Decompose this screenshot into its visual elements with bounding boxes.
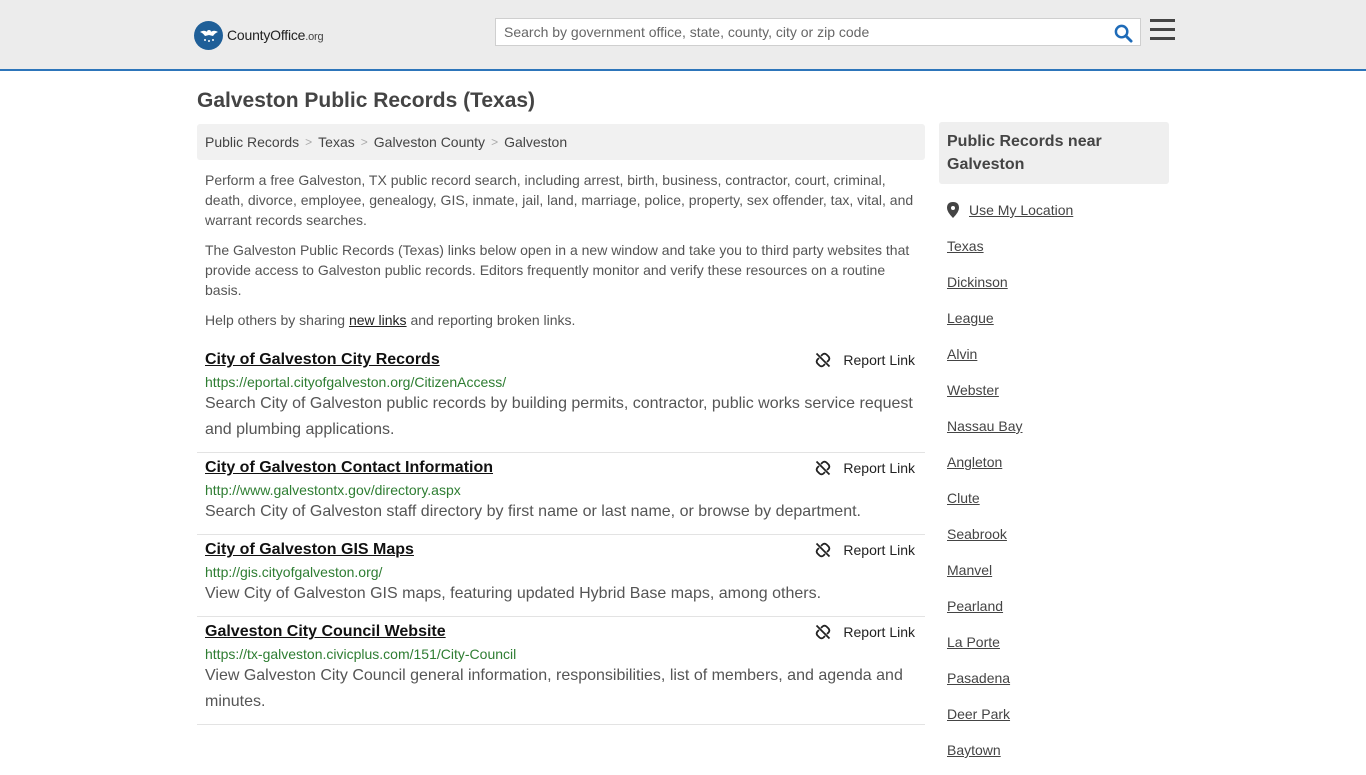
record-title-link[interactable]: City of Galveston City Records	[205, 351, 440, 369]
logo-text: CountyOffice.org	[227, 27, 324, 43]
sidebar-link-league[interactable]: League	[947, 307, 1167, 343]
report-link-label: Report Link	[843, 542, 915, 558]
map-pin-icon	[947, 202, 959, 218]
breadcrumb-item-texas[interactable]: Texas	[318, 134, 355, 150]
search-box	[495, 18, 1141, 46]
search-input[interactable]	[496, 19, 1106, 45]
breadcrumb-item-public-records[interactable]: Public Records	[205, 134, 299, 150]
top-bar: CountyOffice.org	[0, 0, 1366, 71]
record-description: View Galveston City Council general info…	[205, 667, 903, 710]
sidebar-link-pearland[interactable]: Pearland	[947, 595, 1167, 631]
record-item: City of Galveston City Records Report Li…	[197, 345, 925, 453]
breadcrumb-item-county[interactable]: Galveston County	[374, 134, 485, 150]
new-links-link[interactable]: new links	[349, 312, 407, 328]
record-description: Search City of Galveston public records …	[205, 395, 913, 438]
broken-link-icon	[816, 624, 831, 640]
sidebar-link-manvel[interactable]: Manvel	[947, 559, 1167, 595]
record-url[interactable]: https://tx-galveston.civicplus.com/151/C…	[205, 646, 917, 662]
breadcrumb-separator: >	[491, 135, 499, 149]
report-link-button[interactable]: Report Link	[815, 352, 915, 368]
report-link-label: Report Link	[843, 352, 915, 368]
report-link-button[interactable]: Report Link	[815, 460, 915, 476]
sidebar-link-pasadena[interactable]: Pasadena	[947, 667, 1167, 703]
record-description: View City of Galveston GIS maps, featuri…	[205, 585, 822, 602]
sidebar-link-la-porte[interactable]: La Porte	[947, 631, 1167, 667]
report-link-button[interactable]: Report Link	[815, 624, 915, 640]
sidebar-link-angleton[interactable]: Angleton	[947, 451, 1167, 487]
report-link-label: Report Link	[843, 460, 915, 476]
use-my-location-label: Use My Location	[969, 202, 1074, 218]
sidebar-link-texas[interactable]: Texas	[947, 235, 1167, 271]
eagle-seal-icon	[194, 20, 223, 50]
sidebar-link-clute[interactable]: Clute	[947, 487, 1167, 523]
sidebar-link-dickinson[interactable]: Dickinson	[947, 271, 1167, 307]
sidebar-link-alvin[interactable]: Alvin	[947, 343, 1167, 379]
report-link-button[interactable]: Report Link	[815, 542, 915, 558]
search-icon	[1114, 24, 1133, 43]
record-item: City of Galveston Contact Information Re…	[197, 453, 925, 535]
breadcrumb: Public Records > Texas > Galveston County >…	[197, 124, 925, 160]
record-item: City of Galveston GIS Maps Report Link h…	[197, 535, 925, 617]
breadcrumb-item-city[interactable]: Galveston	[504, 134, 567, 150]
record-url[interactable]: https://eportal.cityofgalveston.org/Citi…	[205, 374, 917, 390]
breadcrumb-separator: >	[305, 135, 313, 149]
sidebar-link-nassau-bay[interactable]: Nassau Bay	[947, 415, 1167, 451]
search-button[interactable]	[1112, 22, 1134, 44]
page-title: Galveston Public Records (Texas)	[197, 89, 536, 112]
broken-link-icon	[816, 542, 831, 558]
intro-paragraph-2: The Galveston Public Records (Texas) lin…	[205, 242, 910, 298]
broken-link-icon	[816, 460, 831, 476]
sidebar-link-baytown[interactable]: Baytown	[947, 739, 1167, 775]
sidebar-link-deer-park[interactable]: Deer Park	[947, 703, 1167, 739]
hamburger-menu-icon[interactable]	[1150, 19, 1176, 43]
record-title-link[interactable]: City of Galveston Contact Information	[205, 459, 493, 477]
site-logo[interactable]: CountyOffice.org	[194, 20, 324, 50]
sidebar-link-webster[interactable]: Webster	[947, 379, 1167, 415]
intro-paragraph-3: Help others by sharing new links and rep…	[205, 312, 576, 328]
record-description: Search City of Galveston staff directory…	[205, 503, 861, 520]
intro-paragraph-1: Perform a free Galveston, TX public reco…	[205, 172, 914, 228]
record-title-link[interactable]: City of Galveston GIS Maps	[205, 541, 414, 559]
record-url[interactable]: http://www.galvestontx.gov/directory.asp…	[205, 482, 917, 498]
use-my-location-link[interactable]: Use My Location	[947, 199, 1167, 235]
sidebar-link-seabrook[interactable]: Seabrook	[947, 523, 1167, 559]
sidebar-heading: Public Records near Galveston	[939, 122, 1169, 184]
report-link-label: Report Link	[843, 624, 915, 640]
broken-link-icon	[816, 352, 831, 368]
breadcrumb-separator: >	[360, 135, 368, 149]
record-item: Galveston City Council Website Report Li…	[197, 617, 925, 725]
records-list: City of Galveston City Records Report Li…	[197, 345, 925, 725]
record-url[interactable]: http://gis.cityofgalveston.org/	[205, 564, 917, 580]
sidebar-nearby-list: Use My Location Texas Dickinson League A…	[947, 199, 1167, 775]
record-title-link[interactable]: Galveston City Council Website	[205, 623, 446, 641]
